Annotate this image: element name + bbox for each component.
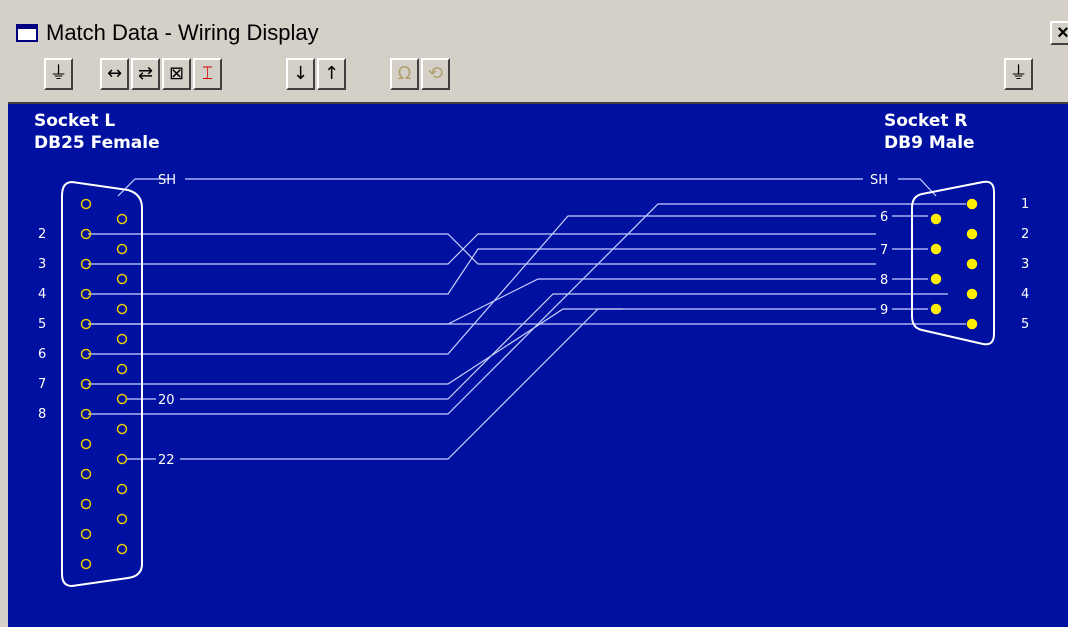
stretch-button[interactable]: ↔ [100,58,129,90]
db25-pin[interactable] [116,393,128,405]
wires [88,178,966,460]
resistance-button[interactable]: Ω [390,58,419,90]
db25-pin[interactable] [116,333,128,345]
right-socket-type: DB9 Male [884,133,975,153]
db9-pin[interactable] [966,318,978,330]
refresh-button[interactable]: ⟲ [421,58,450,90]
wire-label-9: 9 [880,303,888,318]
db9-pin[interactable] [930,213,942,225]
wire-20[interactable] [180,293,948,400]
close-button[interactable]: × [1050,21,1068,45]
move-down-button[interactable]: ↓ [286,58,315,90]
right-pin-label: 5 [1021,317,1029,332]
left-pin-label: 4 [38,287,46,302]
connector-icon: ⏚ [49,63,68,84]
omega-icon: Ω [397,63,412,84]
wiring-canvas[interactable]: 2 3 4 5 6 7 8 1 2 3 4 5 SH 20 22 SH 6 7 … [8,102,1068,627]
wire-label-8: 8 [880,273,888,288]
connector-left-button[interactable]: ⏚ [44,58,73,90]
db25-pin[interactable] [116,273,128,285]
wire-4-to-7[interactable] [88,248,876,295]
db25-pin[interactable] [116,513,128,525]
cross-wires-icon: ⊠ [168,63,185,84]
db25-pin[interactable] [80,498,92,510]
left-pin-label: 7 [38,377,46,392]
connector-icon: ⏚ [1009,63,1028,84]
stretch-horizontal-icon: ↔ [106,63,123,84]
swap-icon: ⇄ [137,63,154,84]
db9-pin[interactable] [966,288,978,300]
window-title: Match Data - Wiring Display [46,20,319,45]
db25-pin[interactable] [80,198,92,210]
wiring-display-window: Match Data - Wiring Display × ⏚ ↔ ⇄ ⊠ ⌶ … [0,0,1068,627]
db9-pin[interactable] [966,258,978,270]
wire-7-to-9[interactable] [88,308,876,385]
left-pin-label: 5 [38,317,46,332]
toolbar: ⏚ ↔ ⇄ ⊠ ⌶ ↓ ↑ Ω ⟲ ⏚ [8,50,1068,102]
arrow-down-icon: ↓ [292,63,309,84]
left-pin-label: 6 [38,347,46,362]
move-up-button[interactable]: ↑ [317,58,346,90]
refresh-icon: ⟲ [427,63,444,84]
wiring-diagram: 2 3 4 5 6 7 8 1 2 3 4 5 SH 20 22 SH 6 7 … [38,173,1029,588]
swap-button[interactable]: ⇄ [131,58,160,90]
db25-pin[interactable] [80,558,92,570]
left-socket-name: Socket L [34,111,116,131]
wire-6-to-6[interactable] [88,215,876,355]
db9-male-connector[interactable] [911,180,995,346]
window-icon[interactable] [16,24,38,42]
wire-label-20: 20 [158,393,175,408]
db25-pin[interactable] [116,243,128,255]
db25-pin[interactable] [80,528,92,540]
db25-pin[interactable] [80,468,92,480]
bridge-button[interactable]: ⌶ [193,58,222,90]
wire-label-shield-right: SH [870,173,888,188]
wire-shield[interactable] [898,178,937,197]
wire-label-7: 7 [880,243,888,258]
db9-pin[interactable] [966,228,978,240]
right-socket-name: Socket R [884,111,968,131]
left-socket-type: DB25 Female [34,133,160,153]
left-pin-label: 3 [38,257,46,272]
left-pin-label: 8 [38,407,46,422]
db25-pin[interactable] [116,423,128,435]
left-pin-label: 2 [38,227,46,242]
db9-pin[interactable] [930,303,942,315]
wire-label-22: 22 [158,453,175,468]
cross-button[interactable]: ⊠ [162,58,191,90]
arrow-up-icon: ↑ [323,63,340,84]
title-bar[interactable]: Match Data - Wiring Display × [8,16,1068,50]
db25-pin[interactable] [116,213,128,225]
right-pin-label: 3 [1021,257,1029,272]
pin-labels: 2 3 4 5 6 7 8 1 2 3 4 5 SH 20 22 SH 6 7 … [38,173,1029,468]
right-pin-label: 2 [1021,227,1029,242]
db25-pin[interactable] [116,543,128,555]
db9-pin[interactable] [930,243,942,255]
db25-pin[interactable] [80,438,92,450]
connector-right-button[interactable]: ⏚ [1004,58,1033,90]
right-pin-label: 1 [1021,197,1029,212]
wire-label-6: 6 [880,210,888,225]
wire-5-to-8[interactable] [88,278,876,325]
db9-pin[interactable] [966,198,978,210]
db25-pin[interactable] [116,303,128,315]
db9-pin[interactable] [930,273,942,285]
db25-pin[interactable] [116,453,128,465]
db9-pins [930,198,978,330]
db25-pin[interactable] [116,483,128,495]
right-pin-label: 4 [1021,287,1029,302]
wire-label-shield-left: SH [158,173,176,188]
db25-pin[interactable] [116,363,128,375]
bridge-icon: ⌶ [202,63,213,84]
